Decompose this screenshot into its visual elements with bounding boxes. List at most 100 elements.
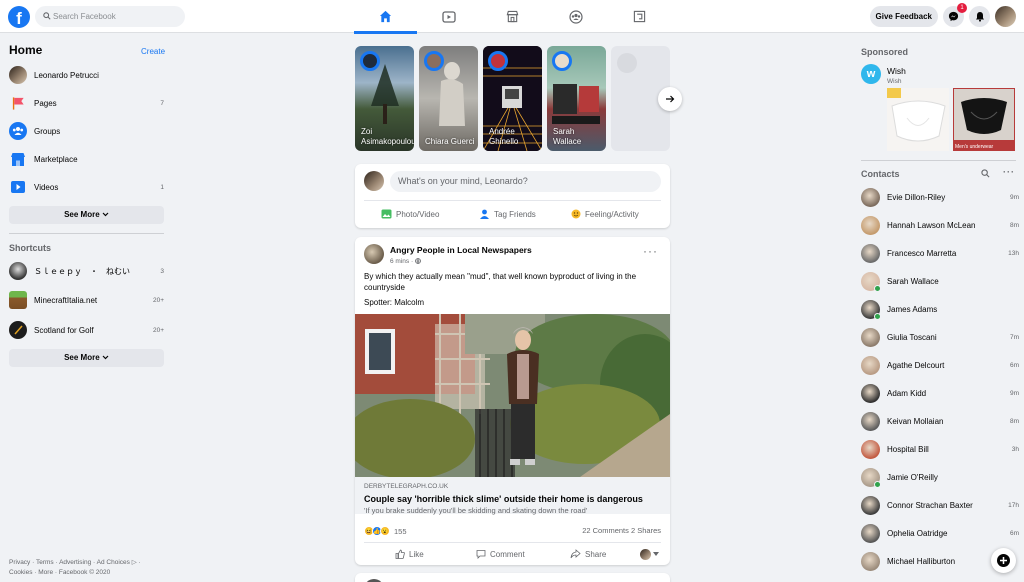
tab-gaming[interactable] [608,0,671,33]
link-domain: DERBYTELEGRAPH.CO.UK [364,483,449,490]
ad-advertiser-sub: Wish [887,78,902,85]
post-spotter: Spotter: Malcolm [364,298,425,307]
comments-shares-count[interactable]: 22 Comments 2 Shares [582,526,661,535]
post-author[interactable]: Angry People in Local Newspapers [390,245,532,255]
photo-video-button[interactable]: Photo/Video [381,207,439,221]
footer-links[interactable]: Privacy · Terms · Advertising · Ad Choic… [9,558,169,578]
post-time[interactable]: 6 mins · [390,258,421,265]
tab-marketplace[interactable] [481,0,544,33]
see-more-button[interactable]: See More [9,206,164,224]
post-options-icon[interactable]: ··· [643,245,658,257]
shortcut-item-scotland-golf[interactable]: Scotland for Golf 20+ [9,319,164,341]
contact-name: Agathe Delcourt [887,360,945,370]
story-card[interactable]: Sarah Wallace [547,46,606,151]
comment-button[interactable]: Comment [476,548,525,560]
give-feedback-button[interactable]: Give Feedback [869,6,938,27]
search-input[interactable] [53,6,179,27]
top-bar: f Give Feedback 1 [0,0,1024,34]
link-title[interactable]: Couple say 'horrible thick slime' outsid… [364,494,643,504]
next-feed-post [355,573,670,582]
sidebar-item-marketplace[interactable]: Marketplace [9,148,164,170]
shortcut-item-sleepy[interactable]: Ｓｌｅｅｐｙ ・ ねむい 3 [9,260,164,282]
wish-logo-icon[interactable]: w [861,64,881,84]
stories-next-button[interactable] [658,87,682,111]
see-more-label: See More [64,210,100,219]
contact-item[interactable]: Adam Kidd 9m [861,382,1019,404]
contact-name: Hannah Lawson McLean [887,220,976,230]
contact-avatar [861,327,880,347]
story-card[interactable]: Andrée Ghinello [483,46,542,151]
share-as-selector[interactable] [640,548,659,560]
story-avatar [360,51,380,71]
contact-item[interactable]: Jamie O'Reilly [861,466,1019,488]
tab-groups[interactable] [544,0,607,33]
contact-last-active: 9m [1009,389,1019,397]
contact-item[interactable]: Sarah Wallace [861,270,1019,292]
story-card[interactable]: Chiara Guerci [419,46,478,151]
video-icon [9,178,27,196]
new-message-button[interactable] [991,548,1016,573]
messenger-badge: 1 [957,3,967,13]
search-box[interactable] [35,6,185,27]
flag-icon [9,94,27,112]
like-button[interactable]: Like [395,548,424,560]
contacts-options-icon[interactable]: ··· [1003,168,1015,177]
tab-watch[interactable] [417,0,480,33]
link-preview[interactable]: DERBYTELEGRAPH.CO.UK Couple say 'horribl… [355,477,670,515]
contacts-heading: Contacts [861,169,900,179]
contact-item[interactable]: Giulia Toscani 7m [861,326,1019,348]
contact-avatar [861,383,880,403]
story-card[interactable]: Zoi Asimakopoulou [355,46,414,151]
contact-name: Giulia Toscani [887,332,937,342]
contact-name: Evie Dillon-Riley [887,192,946,202]
account-avatar[interactable] [995,6,1016,27]
ad-image-black-underwear[interactable]: Men's underwear [953,88,1015,151]
sidebar-item-pages[interactable]: Pages 7 [9,92,164,114]
facebook-logo-icon[interactable]: f [8,6,30,28]
contact-item[interactable]: Ophelia Oatridge 6m [861,522,1019,544]
feeling-activity-button[interactable]: Feeling/Activity [571,207,639,221]
comment-icon [476,550,486,559]
home-heading: Home [9,43,43,57]
reactions-summary[interactable]: 😆 👍 😮 155 [364,525,407,537]
like-label: Like [409,549,424,559]
ad-image-white-underwear[interactable] [887,88,949,151]
arrow-right-icon [666,95,675,103]
ad-advertiser-name[interactable]: Wish [887,66,906,76]
contact-item[interactable]: Evie Dillon-Riley 9m [861,186,1019,208]
create-link[interactable]: Create [141,47,165,56]
footer-line-2[interactable]: Cookies · More · Facebook © 2020 [9,568,169,578]
contact-item[interactable]: James Adams [861,298,1019,320]
gaming-icon [633,10,645,23]
tag-friends-button[interactable]: Tag Friends [479,207,536,221]
footer-line-1[interactable]: Privacy · Terms · Advertising · Ad Choic… [9,558,169,568]
sidebar-item-profile[interactable]: Leonardo Petrucci [9,64,164,86]
contact-avatar [861,467,881,488]
contact-item[interactable]: Agathe Delcourt 6m [861,354,1019,376]
share-button[interactable]: Share [570,548,606,560]
tab-home[interactable] [354,0,418,34]
shortcut-item-minecraftitalia[interactable]: MinecraftItalia.net 20+ [9,289,164,311]
whats-on-your-mind-input[interactable]: What's on your mind, Leonardo? [390,171,661,192]
contact-item[interactable]: Hospital Bill 3h [861,438,1019,460]
main-nav [354,0,671,34]
shortcut-count: 20+ [152,326,164,334]
search-contacts-icon[interactable] [981,169,990,180]
sidebar-item-label: Leonardo Petrucci [34,70,99,80]
plus-icon [997,554,1010,567]
page-avatar[interactable] [364,244,384,264]
sidebar-item-groups[interactable]: Groups [9,120,164,142]
contact-item[interactable]: Hannah Lawson McLean 8m [861,214,1019,236]
contact-last-active: 9m [1009,193,1019,201]
shortcut-label: MinecraftItalia.net [34,295,98,305]
contact-item[interactable]: Connor Strachan Baxter 17h [861,494,1019,516]
shortcut-label: Ｓｌｅｅｐｙ ・ ねむい [34,266,130,276]
contact-item[interactable]: Francesco Marretta 13h [861,242,1019,264]
sidebar-item-videos[interactable]: Videos 1 [9,176,164,198]
messenger-button[interactable]: 1 [943,3,967,27]
notifications-button[interactable] [969,6,990,27]
post-image[interactable] [355,314,670,477]
thumbs-up-icon [395,549,405,559]
contact-item[interactable]: Keivan Mollaian 8m [861,410,1019,432]
see-more-shortcuts-button[interactable]: See More [9,349,164,367]
